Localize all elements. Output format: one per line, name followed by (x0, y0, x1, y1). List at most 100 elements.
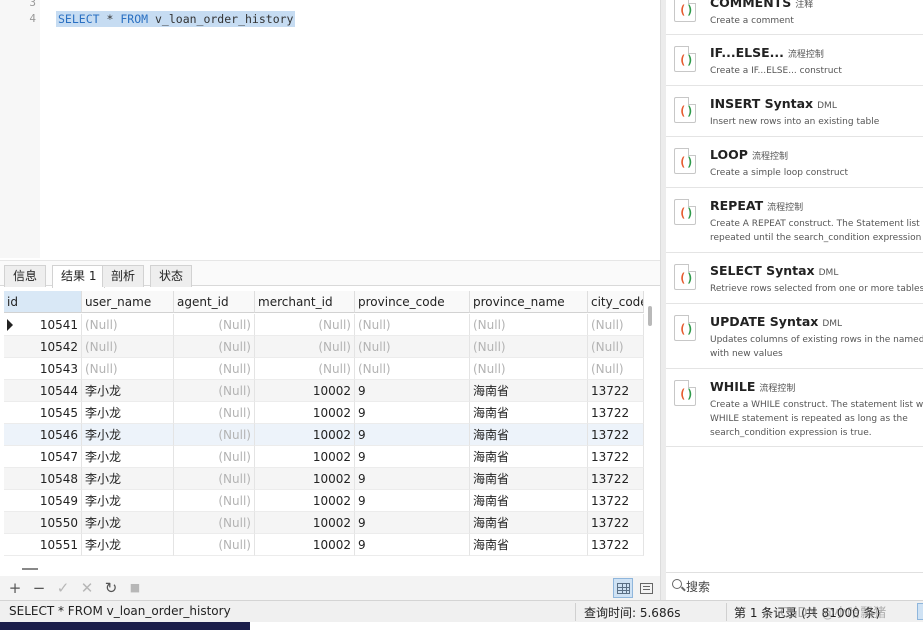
cell-province-name[interactable]: 海南省 (470, 512, 588, 534)
cell-province-name[interactable]: (Null) (470, 358, 588, 380)
column-header-user-name[interactable]: user_name (82, 291, 174, 313)
cell-province-code[interactable]: (Null) (355, 314, 470, 336)
cell-user-name[interactable]: 李小龙 (82, 446, 174, 468)
column-header-id[interactable]: id (4, 291, 82, 313)
close-icon[interactable]: ✕ (78, 579, 96, 597)
cell-province-code[interactable]: (Null) (355, 358, 470, 380)
search-input[interactable] (686, 577, 906, 597)
snippet-item[interactable]: () IF...ELSE... 流程控制 Create a IF...ELSE... … (666, 35, 923, 86)
table-row[interactable]: 10543 (Null) (Null) (Null) (Null) (Null) (Null… (4, 358, 644, 380)
cell-city-code[interactable]: (Null) (588, 336, 644, 358)
table-row[interactable]: 10549 李小龙 (Null) 10002 9 海南省 13722 (4, 490, 644, 512)
cell-id[interactable]: 10551 (4, 534, 82, 556)
stop-icon[interactable]: ■ (126, 579, 144, 597)
tab-info[interactable]: 信息 (4, 265, 47, 287)
snippet-item[interactable]: () SELECT Syntax DML Retrieve rows selected… (666, 253, 923, 304)
minus-icon[interactable]: − (30, 579, 48, 597)
table-row[interactable]: 10541 (Null) (Null) (Null) (Null) (Null) (Null… (4, 314, 644, 336)
cell-province-name[interactable]: (Null) (470, 336, 588, 358)
cell-id[interactable]: 10546 (4, 424, 82, 446)
cell-province-code[interactable]: 9 (355, 446, 470, 468)
cell-city-code[interactable]: 13722 (588, 380, 644, 402)
snippet-item[interactable]: () COMMENTS 注释 Create a comment (666, 0, 923, 35)
cell-city-code[interactable]: 13722 (588, 402, 644, 424)
cell-city-code[interactable]: 13722 (588, 468, 644, 490)
table-row[interactable]: 10550 李小龙 (Null) 10002 9 海南省 13722 (4, 512, 644, 534)
check-icon[interactable]: ✓ (54, 579, 72, 597)
cell-user-name[interactable]: 李小龙 (82, 402, 174, 424)
snippet-item[interactable]: () UPDATE Syntax DML Updates columns of exi… (666, 304, 923, 369)
cell-province-code[interactable]: 9 (355, 490, 470, 512)
cell-agent-id[interactable]: (Null) (174, 424, 255, 446)
tab-result-1[interactable]: 结果 1 (52, 265, 106, 288)
cell-agent-id[interactable]: (Null) (174, 512, 255, 534)
cell-province-code[interactable]: 9 (355, 424, 470, 446)
cell-user-name[interactable]: 李小龙 (82, 490, 174, 512)
cell-id[interactable]: 10541 (4, 314, 82, 336)
cell-merchant-id[interactable]: 10002 (255, 402, 355, 424)
cell-province-name[interactable]: 海南省 (470, 402, 588, 424)
cell-city-code[interactable]: 13722 (588, 490, 644, 512)
plus-icon[interactable]: + (6, 579, 24, 597)
column-header-agent-id[interactable]: agent_id (174, 291, 255, 313)
cell-city-code[interactable]: 13722 (588, 534, 644, 556)
cell-user-name[interactable]: (Null) (82, 358, 174, 380)
table-row[interactable]: 10544 李小龙 (Null) 10002 9 海南省 13722 (4, 380, 644, 402)
sql-editor[interactable]: 3 4 SELECT * FROM v_loan_order_history (0, 0, 660, 258)
cell-province-code[interactable]: 9 (355, 402, 470, 424)
cell-merchant-id[interactable]: (Null) (255, 358, 355, 380)
status-view-toggle[interactable] (917, 603, 923, 620)
column-header-province-name[interactable]: province_name (470, 291, 588, 313)
cell-merchant-id[interactable]: 10002 (255, 512, 355, 534)
cell-province-name[interactable]: 海南省 (470, 446, 588, 468)
horizontal-scrollbar[interactable] (22, 568, 38, 570)
form-view-button[interactable] (636, 578, 656, 598)
cell-agent-id[interactable]: (Null) (174, 336, 255, 358)
cell-city-code[interactable]: 13722 (588, 512, 644, 534)
grid-view-button[interactable] (613, 578, 633, 598)
cell-merchant-id[interactable]: 10002 (255, 534, 355, 556)
cell-id[interactable]: 10549 (4, 490, 82, 512)
cell-id[interactable]: 10547 (4, 446, 82, 468)
table-row[interactable]: 10542 (Null) (Null) (Null) (Null) (Null) (Null… (4, 336, 644, 358)
table-row[interactable]: 10548 李小龙 (Null) 10002 9 海南省 13722 (4, 468, 644, 490)
cell-id[interactable]: 10543 (4, 358, 82, 380)
tab-status[interactable]: 状态 (150, 265, 193, 287)
cell-province-name[interactable]: (Null) (470, 314, 588, 336)
vertical-scrollbar[interactable] (648, 306, 652, 326)
cell-merchant-id[interactable]: 10002 (255, 380, 355, 402)
cell-agent-id[interactable]: (Null) (174, 380, 255, 402)
cell-province-name[interactable]: 海南省 (470, 490, 588, 512)
column-header-merchant-id[interactable]: merchant_id (255, 291, 355, 313)
table-row[interactable]: 10546 李小龙 (Null) 10002 9 海南省 13722 (4, 424, 644, 446)
column-header-city-code[interactable]: city_code (588, 291, 644, 313)
tab-profile[interactable]: 剖析 (102, 265, 145, 287)
cell-province-code[interactable]: 9 (355, 534, 470, 556)
cell-user-name[interactable]: (Null) (82, 336, 174, 358)
cell-city-code[interactable]: 13722 (588, 424, 644, 446)
column-header-province-code[interactable]: province_code (355, 291, 470, 313)
cell-merchant-id[interactable]: (Null) (255, 336, 355, 358)
cell-merchant-id[interactable]: 10002 (255, 490, 355, 512)
cell-id[interactable]: 10544 (4, 380, 82, 402)
table-row[interactable]: 10547 李小龙 (Null) 10002 9 海南省 13722 (4, 446, 644, 468)
cell-province-code[interactable]: 9 (355, 380, 470, 402)
cell-province-name[interactable]: 海南省 (470, 468, 588, 490)
refresh-icon[interactable]: ↻ (102, 579, 120, 597)
cell-agent-id[interactable]: (Null) (174, 468, 255, 490)
cell-agent-id[interactable]: (Null) (174, 402, 255, 424)
cell-id[interactable]: 10542 (4, 336, 82, 358)
cell-agent-id[interactable]: (Null) (174, 358, 255, 380)
cell-agent-id[interactable]: (Null) (174, 490, 255, 512)
cell-province-name[interactable]: 海南省 (470, 424, 588, 446)
snippet-item[interactable]: () LOOP 流程控制 Create a simple loop construct (666, 137, 923, 188)
result-grid[interactable]: id user_name agent_id merchant_id province_c… (4, 291, 644, 556)
table-row[interactable]: 10551 李小龙 (Null) 10002 9 海南省 13722 (4, 534, 644, 556)
cell-user-name[interactable]: 李小龙 (82, 424, 174, 446)
cell-merchant-id[interactable]: 10002 (255, 446, 355, 468)
cell-province-code[interactable]: 9 (355, 468, 470, 490)
cell-agent-id[interactable]: (Null) (174, 314, 255, 336)
cell-user-name[interactable]: 李小龙 (82, 512, 174, 534)
snippet-item[interactable]: () INSERT Syntax DML Insert new rows into a… (666, 86, 923, 137)
cell-city-code[interactable]: 13722 (588, 446, 644, 468)
